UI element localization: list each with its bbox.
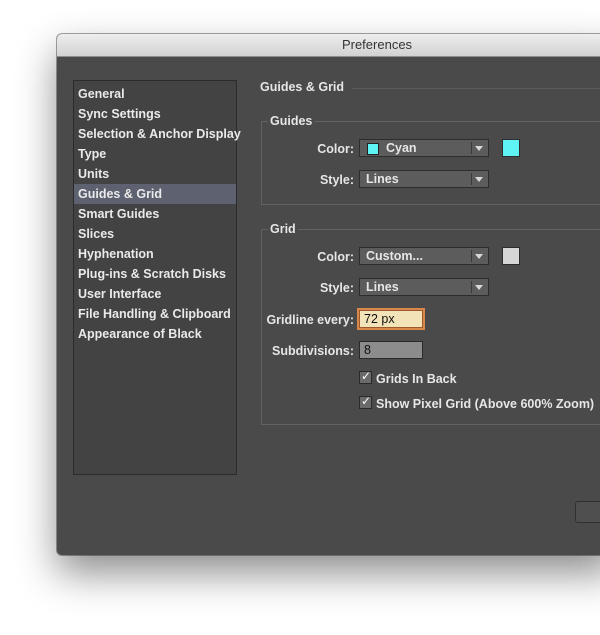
sidebar-item-slices[interactable]: Slices: [74, 224, 236, 244]
panel-title-divider: [352, 88, 600, 89]
guides-style-label: Style:: [319, 173, 354, 187]
category-list[interactable]: General Sync Settings Selection & Anchor…: [73, 80, 241, 475]
guides-style-dropdown[interactable]: Lines: [359, 170, 489, 188]
panel-title: Guides & Grid: [260, 80, 345, 94]
show-pixel-grid-option[interactable]: ✓ Show Pixel Grid (Above 600% Zoom): [359, 394, 595, 411]
preferences-window: Preferences General Sync Settings Select…: [57, 34, 600, 555]
grids-in-back-checkbox[interactable]: ✓: [359, 369, 372, 384]
sidebar-item-file-handling-clipboard[interactable]: File Handling & Clipboard: [74, 304, 236, 324]
checkmark-icon: ✓: [361, 369, 372, 383]
dropdown-separator: [471, 142, 472, 154]
chevron-down-icon: [475, 146, 483, 151]
chevron-down-icon: [475, 254, 483, 259]
sidebar-item-smart-guides[interactable]: Smart Guides: [74, 204, 236, 224]
sidebar-item-selection-anchor-display[interactable]: Selection & Anchor Display: [74, 124, 241, 144]
show-pixel-grid-label: Show Pixel Grid (Above 600% Zoom): [376, 397, 595, 411]
guides-color-value: Cyan: [386, 141, 417, 155]
grid-style-value: Lines: [366, 280, 399, 294]
grids-in-back-label: Grids In Back: [376, 372, 457, 386]
window-title: Preferences: [341, 37, 413, 52]
grid-group-legend: Grid: [270, 222, 296, 236]
gridline-every-input[interactable]: 72 px: [359, 310, 423, 328]
sidebar-item-type[interactable]: Type: [74, 144, 236, 164]
grid-color-value: Custom...: [366, 249, 423, 263]
chevron-down-icon: [475, 177, 483, 182]
sidebar-item-plugins-scratch-disks[interactable]: Plug-ins & Scratch Disks: [74, 264, 236, 284]
sidebar-item-appearance-of-black[interactable]: Appearance of Black: [74, 324, 236, 344]
guides-style-value: Lines: [366, 172, 399, 186]
grid-style-dropdown[interactable]: Lines: [359, 278, 489, 296]
subdivisions-input[interactable]: 8: [359, 341, 423, 359]
gridline-every-label: Gridline every:: [266, 313, 354, 327]
show-pixel-grid-checkbox[interactable]: ✓: [359, 394, 372, 409]
dropdown-separator: [471, 250, 472, 262]
guides-group-legend: Guides: [270, 114, 313, 128]
grid-color-swatch-button[interactable]: [502, 247, 520, 265]
guides-color-dropdown[interactable]: Cyan: [359, 139, 489, 157]
sidebar-item-user-interface[interactable]: User Interface: [74, 284, 236, 304]
guides-color-swatch-button[interactable]: [502, 139, 520, 157]
grid-style-label: Style:: [319, 281, 354, 295]
dialog-button[interactable]: [575, 501, 600, 523]
sidebar-item-general[interactable]: General: [74, 84, 236, 104]
guides-color-mini-swatch: [367, 143, 379, 155]
grid-color-label: Color:: [317, 250, 354, 264]
sidebar-item-sync-settings[interactable]: Sync Settings: [74, 104, 236, 124]
sidebar-item-hyphenation[interactable]: Hyphenation: [74, 244, 236, 264]
subdivisions-label: Subdivisions:: [272, 344, 354, 358]
dropdown-separator: [471, 281, 472, 293]
guides-color-label: Color:: [317, 142, 354, 156]
grid-color-dropdown[interactable]: Custom...: [359, 247, 489, 265]
sidebar-item-guides-grid[interactable]: Guides & Grid: [74, 184, 236, 204]
chevron-down-icon: [475, 285, 483, 290]
dropdown-separator: [471, 173, 472, 185]
grids-in-back-option[interactable]: ✓ Grids In Back: [359, 369, 457, 386]
checkmark-icon: ✓: [361, 394, 372, 408]
title-bar[interactable]: Preferences: [57, 34, 600, 57]
sidebar-item-units[interactable]: Units: [74, 164, 236, 184]
guides-group: Guides: [261, 114, 600, 205]
